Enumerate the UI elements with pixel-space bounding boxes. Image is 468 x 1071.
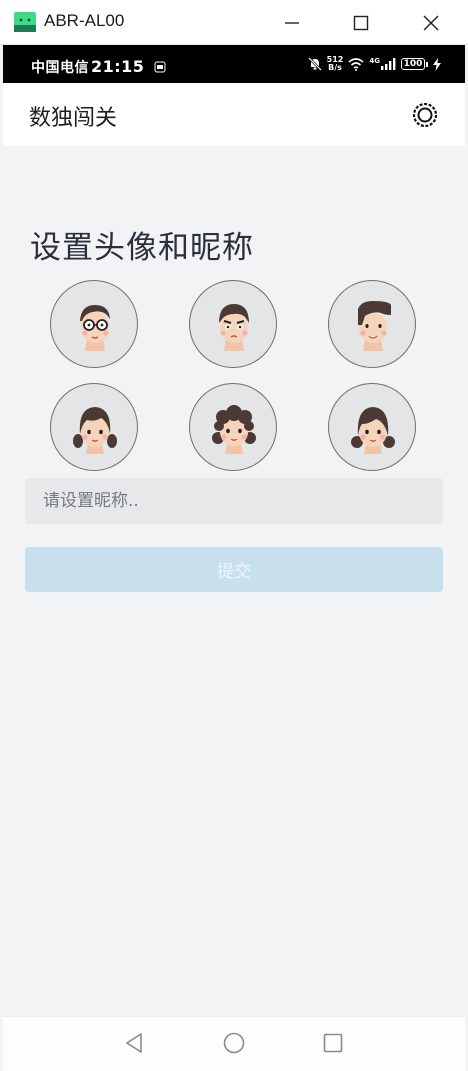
maximize-button[interactable] <box>331 0 391 45</box>
app-bar: 数独闯关 <box>3 83 465 146</box>
app-title: 数独闯关 <box>29 106 118 131</box>
clock: 21:15 <box>91 57 145 76</box>
girl-braids-icon <box>73 407 117 454</box>
girl-curly-icon <box>212 405 256 454</box>
wifi-icon <box>348 57 364 71</box>
network-type-label: 4G <box>369 57 380 65</box>
carrier-label: 中国电信 <box>31 60 89 76</box>
android-icon <box>14 12 36 32</box>
avatar-boy-glasses[interactable] <box>50 280 138 368</box>
mute-bell-icon <box>307 57 322 71</box>
boy-glasses-icon <box>80 305 110 351</box>
signal-icon <box>381 58 396 70</box>
status-bar: 中国电信 21:15 512 B/s 4G 100 <box>3 45 465 83</box>
circle-home-icon[interactable] <box>222 1031 246 1055</box>
close-button[interactable] <box>401 0 461 45</box>
minimize-icon <box>285 21 299 24</box>
nickname-input[interactable] <box>25 478 443 524</box>
avatar-girl-curly[interactable] <box>189 383 277 471</box>
network-speed: 512 B/s <box>326 55 344 72</box>
boy-angry-icon <box>219 304 249 351</box>
girl-pigtails-icon <box>351 407 395 454</box>
boy-pompadour-icon <box>358 301 391 351</box>
avatar-girl-braids[interactable] <box>50 383 138 471</box>
minimize-button[interactable] <box>262 0 322 45</box>
status-right: 512 B/s 4G 100 <box>307 55 441 72</box>
avatar-boy-pompadour[interactable] <box>328 280 416 368</box>
window-titlebar: ABR-AL00 <box>0 0 468 45</box>
navigation-bar <box>3 1016 465 1071</box>
square-recents-icon[interactable] <box>321 1031 345 1055</box>
battery-indicator: 100 <box>401 58 428 70</box>
avatar-girl-pigtails[interactable] <box>328 383 416 471</box>
battery-level: 100 <box>401 58 425 70</box>
main-content: 设置头像和昵称 请设置昵称.. 提交 <box>3 146 465 1016</box>
page-title: 设置头像和昵称 <box>30 230 254 266</box>
maximize-icon <box>353 15 369 30</box>
window-title: ABR-AL00 <box>44 11 125 30</box>
status-left: 中国电信 21:15 <box>31 57 166 77</box>
submit-button[interactable]: 提交 <box>25 547 443 592</box>
avatar-boy-angry[interactable] <box>189 280 277 368</box>
settings-icon[interactable] <box>411 101 439 129</box>
charging-icon <box>433 57 441 71</box>
triangle-back-icon[interactable] <box>122 1031 146 1055</box>
close-icon <box>423 15 439 30</box>
notification-icon <box>154 61 166 73</box>
